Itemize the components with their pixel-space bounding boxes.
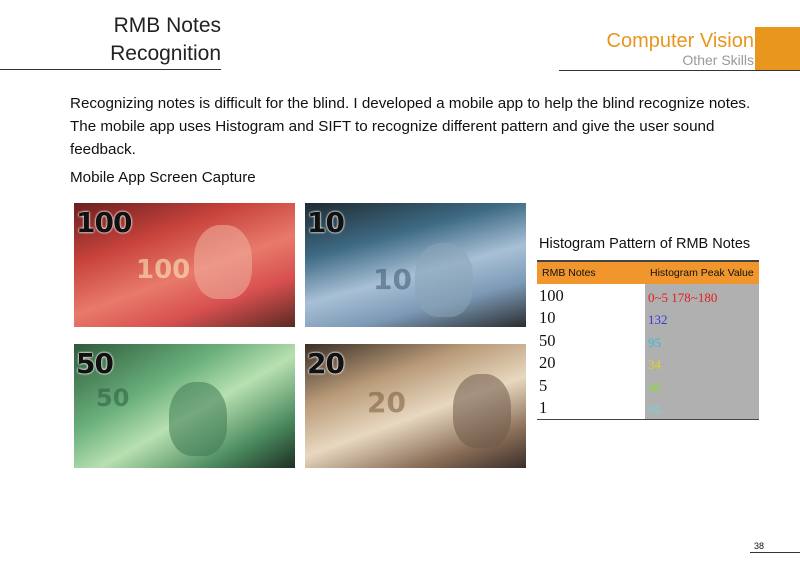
category-title: Computer Vision <box>606 30 754 52</box>
title-divider <box>0 69 221 70</box>
page-number: 38 <box>754 541 765 551</box>
table-row: 100 0~5 178~180 <box>537 284 759 307</box>
note-cell: 50 <box>537 329 645 352</box>
note-cell: 10 <box>537 306 645 329</box>
note-denomination-print: 20 <box>367 386 406 419</box>
screen-capture-caption: Mobile App Screen Capture <box>70 169 256 186</box>
category-accent-block <box>755 27 800 70</box>
table-row: 10 132 <box>537 306 759 329</box>
category-subtitle: Other Skills <box>682 52 754 68</box>
page-title-line-2: Recognition <box>110 42 221 65</box>
note-cell: 5 <box>537 374 645 397</box>
portrait-figure <box>194 225 252 299</box>
table-row: 20 34 <box>537 351 759 374</box>
portrait-figure <box>453 374 511 448</box>
note-photo-100: 100 100 <box>74 203 295 327</box>
peak-cell: 34 <box>645 351 759 374</box>
column-header-notes: RMB Notes <box>537 260 645 284</box>
detected-value-label: 10 <box>307 206 345 239</box>
note-denomination-print: 100 <box>136 255 191 285</box>
table-row: 1 86 <box>537 396 759 420</box>
category-divider <box>559 70 800 71</box>
note-photo-20: 20 20 <box>305 344 526 468</box>
note-photo-50: 50 50 <box>74 344 295 468</box>
portrait-figure <box>415 243 473 317</box>
note-photo-10: 10 10 <box>305 203 526 327</box>
note-cell: 100 <box>537 284 645 307</box>
table-row: 50 95 <box>537 329 759 352</box>
note-denomination-print: 50 <box>96 384 130 412</box>
page-number-divider <box>750 552 800 553</box>
table-header-row: RMB Notes Histogram Peak Value <box>537 260 759 284</box>
note-cell: 1 <box>537 396 645 420</box>
detected-value-label: 100 <box>76 206 132 239</box>
description-paragraph: Recognizing notes is difficult for the b… <box>70 95 751 158</box>
peak-cell: 46 <box>645 374 759 397</box>
page-title-line-1: RMB Notes <box>113 14 221 37</box>
peak-cell: 95 <box>645 329 759 352</box>
table-row: 5 46 <box>537 374 759 397</box>
peak-cell: 132 <box>645 306 759 329</box>
detected-value-label: 20 <box>307 347 345 380</box>
column-header-peak: Histogram Peak Value <box>645 260 759 284</box>
page-title: RMB Notes Recognition <box>0 12 221 68</box>
portrait-figure <box>169 382 227 456</box>
peak-cell: 86 <box>645 396 759 420</box>
histogram-table-title: Histogram Pattern of RMB Notes <box>539 236 751 252</box>
detected-value-label: 50 <box>76 347 114 380</box>
histogram-table: RMB Notes Histogram Peak Value 100 0~5 1… <box>537 260 759 420</box>
note-cell: 20 <box>537 351 645 374</box>
category-label: Computer Vision Other Skills <box>607 30 754 68</box>
note-denomination-print: 10 <box>373 263 412 296</box>
peak-cell: 0~5 178~180 <box>645 284 759 307</box>
